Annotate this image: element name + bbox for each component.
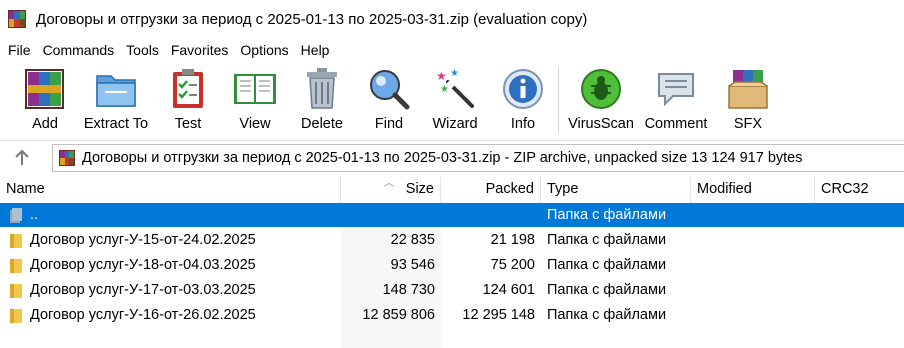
- virusscan-button[interactable]: VirusScan: [561, 66, 641, 132]
- up-arrow-icon[interactable]: [10, 147, 34, 169]
- parent-folder-icon: [10, 208, 22, 223]
- view-label: View: [239, 116, 271, 132]
- file-type: Папка с файлами: [547, 207, 667, 223]
- sfx-button[interactable]: SFX: [708, 66, 788, 132]
- file-row[interactable]: Договор услуг-У-18-от-04.03.2025 93 546 …: [0, 253, 904, 277]
- column-crc32[interactable]: CRC32: [815, 177, 904, 203]
- file-size: 22 835: [390, 232, 435, 248]
- virus-bug-icon: [578, 66, 624, 112]
- menu-commands[interactable]: Commands: [39, 42, 119, 58]
- file-name: Договор услуг-У-16-от-26.02.2025: [30, 307, 256, 323]
- file-packed: 21 198: [490, 232, 535, 248]
- file-name: Договор услуг-У-15-от-24.02.2025: [30, 232, 256, 248]
- file-type: Папка с файлами: [547, 282, 667, 298]
- test-clipboard-icon: [165, 66, 211, 112]
- file-row[interactable]: Договор услуг-У-16-от-26.02.2025 12 859 …: [0, 303, 904, 327]
- title-bar: Договоры и отгрузки за период с 2025-01-…: [0, 0, 904, 38]
- menu-options[interactable]: Options: [236, 42, 292, 58]
- magic-wand-icon: ★ ★ ★: [432, 66, 478, 112]
- file-size: 12 859 806: [362, 307, 435, 323]
- column-type[interactable]: Type: [541, 177, 691, 203]
- file-packed: 124 601: [482, 282, 535, 298]
- archive-path-text: Договоры и отгрузки за период с 2025-01-…: [82, 150, 803, 166]
- wizard-label: Wizard: [432, 116, 478, 132]
- file-row[interactable]: Договор услуг-У-15-от-24.02.2025 22 835 …: [0, 228, 904, 252]
- menu-bar: File Commands Tools Favorites Options He…: [0, 38, 904, 62]
- toolbar: Add Extract To Test View Delete Find ★ ★…: [0, 62, 904, 138]
- archive-icon: [59, 150, 75, 166]
- archive-path-box[interactable]: Договоры и отгрузки за период с 2025-01-…: [52, 144, 904, 172]
- extract-folder-icon: [93, 66, 139, 112]
- magnifier-icon: [366, 66, 412, 112]
- extract-label: Extract To: [83, 116, 149, 132]
- info-button[interactable]: Info: [483, 66, 563, 132]
- column-packed[interactable]: Packed: [441, 177, 541, 203]
- menu-file[interactable]: File: [4, 42, 35, 58]
- find-label: Find: [374, 116, 404, 132]
- comment-bubble-icon: [653, 66, 699, 112]
- file-packed: 75 200: [490, 257, 535, 273]
- test-label: Test: [174, 116, 202, 132]
- sfx-box-icon: [725, 66, 771, 112]
- info-icon: [500, 66, 546, 112]
- info-label: Info: [510, 116, 536, 132]
- trash-icon: [299, 66, 345, 112]
- file-type: Папка с файлами: [547, 257, 667, 273]
- file-packed: 12 295 148: [462, 307, 535, 323]
- menu-tools[interactable]: Tools: [122, 42, 163, 58]
- comment-button[interactable]: Comment: [636, 66, 716, 132]
- view-book-icon: [232, 66, 278, 112]
- menu-favorites[interactable]: Favorites: [167, 42, 233, 58]
- file-type: Папка с файлами: [547, 307, 667, 323]
- file-row-parent[interactable]: .. Папка с файлами: [0, 203, 904, 227]
- file-size: 93 546: [390, 257, 435, 273]
- address-bar: Договоры и отгрузки за период с 2025-01-…: [0, 140, 904, 174]
- add-label: Add: [32, 116, 58, 132]
- svg-text:★: ★: [450, 68, 459, 79]
- virusscan-label: VirusScan: [568, 116, 634, 132]
- toolbar-separator: [558, 68, 559, 132]
- folder-icon: [10, 309, 22, 323]
- svg-text:★: ★: [440, 84, 449, 95]
- extract-to-button[interactable]: Extract To: [76, 66, 156, 132]
- file-list: .. Папка с файлами Договор услуг-У-15-от…: [0, 203, 904, 348]
- folder-icon: [10, 234, 22, 248]
- folder-icon: [10, 284, 22, 298]
- file-list-header: Name Size Packed Type Modified CRC32 ︿: [0, 177, 904, 203]
- add-button[interactable]: Add: [5, 66, 85, 132]
- delete-label: Delete: [301, 116, 343, 132]
- winrar-app-icon[interactable]: [8, 10, 26, 28]
- file-name: Договор услуг-У-17-от-03.03.2025: [30, 282, 256, 298]
- comment-label: Comment: [644, 116, 708, 132]
- sfx-label: SFX: [733, 116, 763, 132]
- file-type: Папка с файлами: [547, 232, 667, 248]
- file-name: ..: [30, 207, 39, 223]
- file-size: 148 730: [382, 282, 435, 298]
- add-archive-icon: [22, 66, 68, 112]
- window-title: Договоры и отгрузки за период с 2025-01-…: [36, 10, 588, 28]
- file-name: Договор услуг-У-18-от-04.03.2025: [30, 257, 256, 273]
- column-name[interactable]: Name: [0, 177, 341, 203]
- menu-help[interactable]: Help: [297, 42, 334, 58]
- sort-indicator-icon: ︿: [384, 178, 394, 189]
- svg-text:★: ★: [436, 69, 447, 83]
- file-row[interactable]: Договор услуг-У-17-от-03.03.2025 148 730…: [0, 278, 904, 302]
- column-modified[interactable]: Modified: [691, 177, 815, 203]
- folder-icon: [10, 259, 22, 273]
